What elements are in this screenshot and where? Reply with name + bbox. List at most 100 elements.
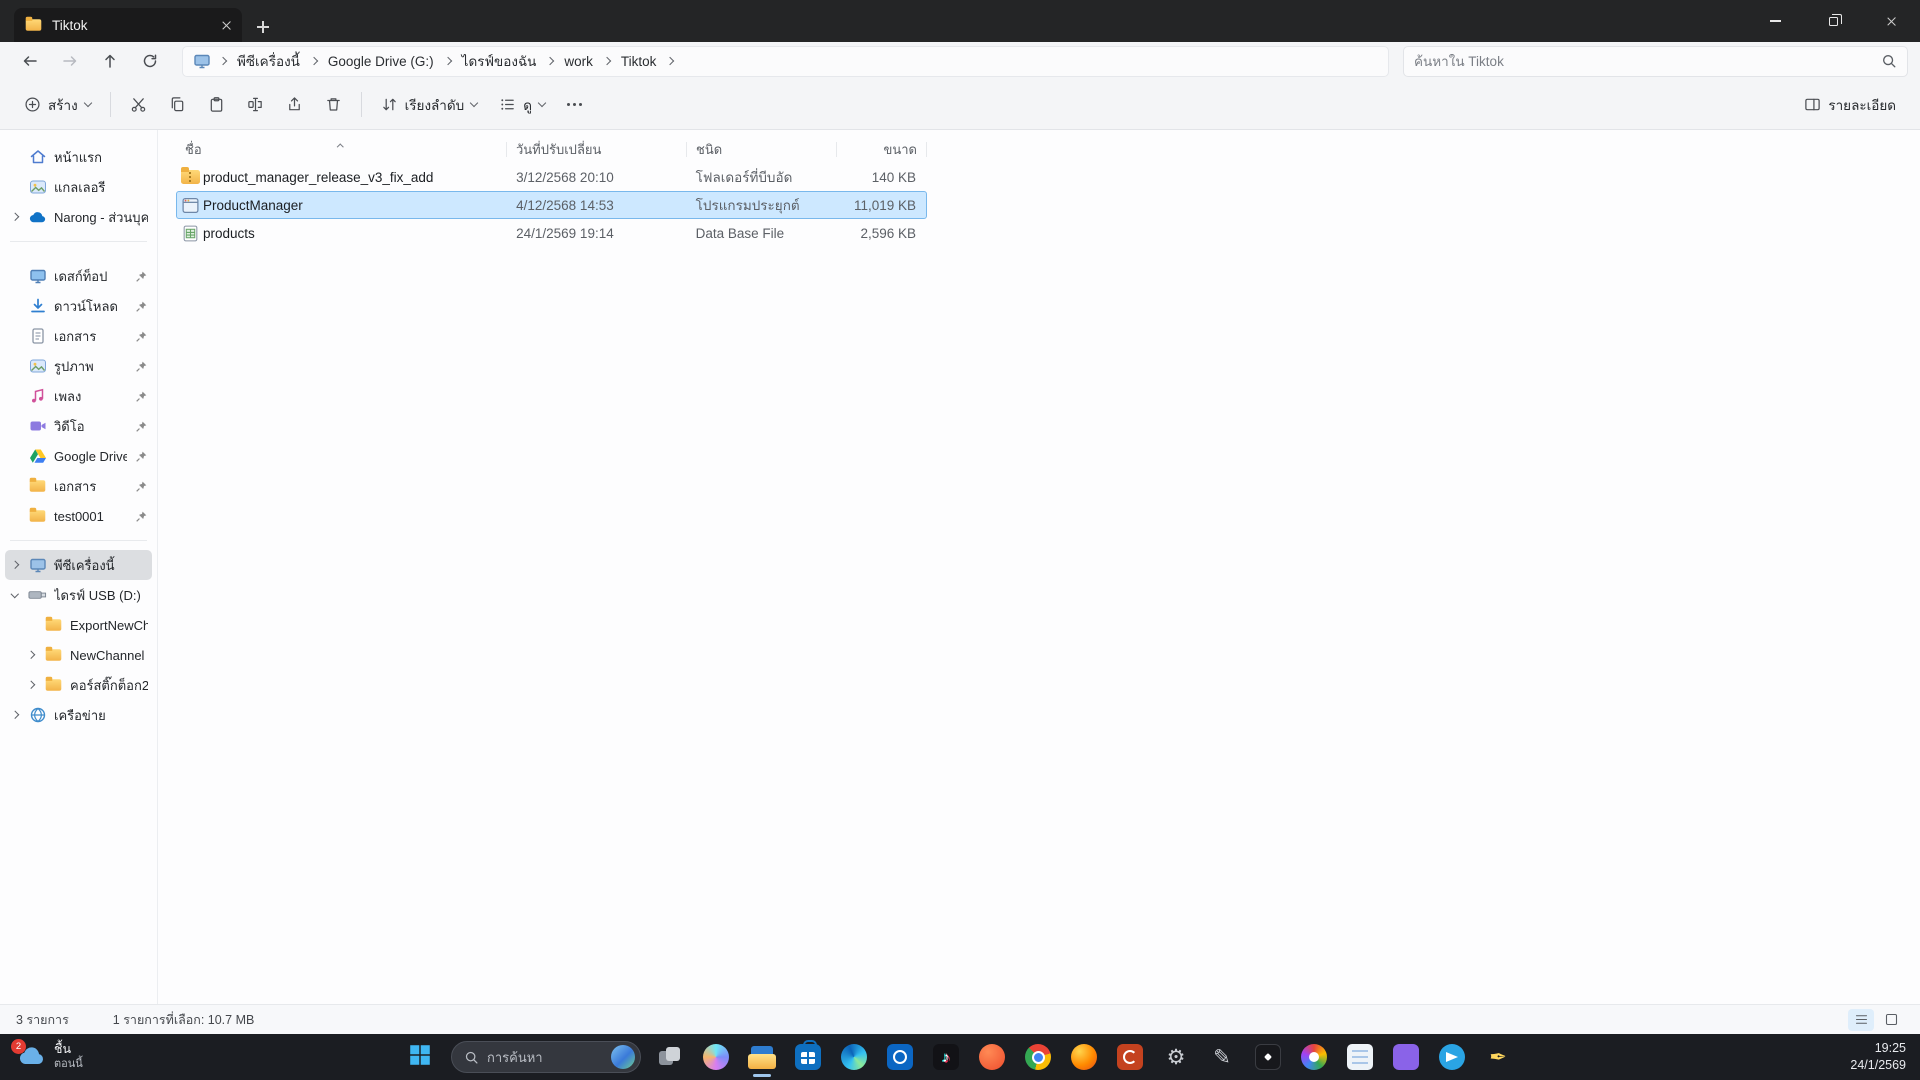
- pin-icon[interactable]: [134, 359, 148, 373]
- application-icon: [177, 196, 203, 215]
- capcut-button[interactable]: [1247, 1035, 1289, 1079]
- share-button[interactable]: [276, 87, 313, 123]
- sidebar-item-pictures[interactable]: รูปภาพ: [5, 351, 152, 381]
- sidebar-item-newchannel[interactable]: NewChannel: [21, 640, 152, 670]
- details-pane-button[interactable]: รายละเอียด: [1794, 87, 1906, 123]
- file-row[interactable]: product_manager_release_v3_fix_add 3/12/…: [176, 163, 927, 191]
- shopee-button[interactable]: [971, 1035, 1013, 1079]
- sidebar-item-documents[interactable]: เอกสาร: [5, 321, 152, 351]
- sidebar-item-onedrive[interactable]: Narong - ส่วนบุคคล: [5, 202, 152, 232]
- pin-icon[interactable]: [134, 299, 148, 313]
- sort-button[interactable]: เรียงลำดับ: [371, 87, 488, 123]
- chrome-button[interactable]: [1017, 1035, 1059, 1079]
- close-button[interactable]: [1862, 0, 1920, 42]
- column-header-size[interactable]: ขนาด: [837, 136, 927, 163]
- back-button[interactable]: [12, 46, 48, 76]
- file-explorer-button[interactable]: [741, 1035, 783, 1079]
- minimize-icon: [1770, 20, 1781, 21]
- edge-button[interactable]: [833, 1035, 875, 1079]
- weather-widget[interactable]: 2 ชื้น ตอนนี้: [10, 1037, 89, 1077]
- pin-icon[interactable]: [134, 419, 148, 433]
- store-button[interactable]: [787, 1035, 829, 1079]
- sidebar-item-network[interactable]: เครือข่าย: [5, 700, 152, 730]
- breadcrumb-tiktok[interactable]: Tiktok: [619, 52, 659, 71]
- system-clock[interactable]: 19:25 24/1/2569: [1850, 1040, 1906, 1075]
- cut-button[interactable]: [120, 87, 157, 123]
- pin-icon[interactable]: [134, 389, 148, 403]
- breadcrumb-this-pc[interactable]: พีซีเครื่องนี้: [235, 48, 302, 74]
- firefox-button[interactable]: [1063, 1035, 1105, 1079]
- firefox-icon: [1071, 1044, 1097, 1070]
- sidebar-item-desktop[interactable]: เดสก์ท็อป: [5, 261, 152, 291]
- file-row[interactable]: products 24/1/2569 19:14 Data Base File …: [176, 219, 927, 247]
- column-header-date-modified[interactable]: วันที่ปรับเปลี่ยน: [507, 136, 687, 163]
- sidebar-item-downloads[interactable]: ดาวน์โหลด: [5, 291, 152, 321]
- powerpoint-button[interactable]: [1109, 1035, 1151, 1079]
- photos-button[interactable]: [1293, 1035, 1335, 1079]
- notepad-button[interactable]: [1339, 1035, 1381, 1079]
- copilot-button[interactable]: [695, 1035, 737, 1079]
- new-button[interactable]: สร้าง: [14, 87, 101, 123]
- tab-close-icon[interactable]: [221, 20, 232, 31]
- forward-button[interactable]: [52, 46, 88, 76]
- up-button[interactable]: [92, 46, 128, 76]
- file-row-selected[interactable]: ProductManager 4/12/2568 14:53 โปรแกรมปร…: [176, 191, 927, 219]
- new-tab-button[interactable]: [246, 12, 280, 42]
- delete-button[interactable]: [315, 87, 352, 123]
- refresh-button[interactable]: [132, 46, 168, 76]
- sidebar-item-usb-drive[interactable]: ไดรฟ์ USB (D:): [5, 580, 152, 610]
- breadcrumb-work[interactable]: work: [562, 52, 595, 71]
- this-pc-icon: [193, 52, 211, 70]
- pin-icon[interactable]: [134, 509, 148, 523]
- sidebar-item-videos[interactable]: วิดีโอ: [5, 411, 152, 441]
- sidebar-item-home[interactable]: หน้าแรก: [5, 142, 152, 172]
- breadcrumb[interactable]: พีซีเครื่องนี้ Google Drive (G:) ไดรฟ์ขอ…: [182, 46, 1389, 77]
- telegram-button[interactable]: [1431, 1035, 1473, 1079]
- view-button[interactable]: ดู: [489, 87, 555, 123]
- pin-icon[interactable]: [134, 449, 148, 463]
- toolbar-separator: [361, 92, 362, 117]
- copilot-icon: [703, 1044, 729, 1070]
- widget-subtext: ตอนนี้: [54, 1058, 83, 1072]
- sidebar-item-this-pc[interactable]: พีซีเครื่องนี้: [5, 550, 152, 580]
- settings-button[interactable]: ⚙: [1155, 1035, 1197, 1079]
- figma-button[interactable]: [1385, 1035, 1427, 1079]
- task-view-button[interactable]: [649, 1035, 691, 1079]
- sidebar-item-gallery[interactable]: แกลเลอรี: [5, 172, 152, 202]
- sidebar-item-exportnewchanel[interactable]: ExportNewChanel: [21, 610, 152, 640]
- column-header-type[interactable]: ชนิด: [687, 136, 837, 163]
- minimize-button[interactable]: [1746, 0, 1804, 42]
- search-input[interactable]: [1414, 54, 1881, 69]
- large-icons-view-button[interactable]: [1878, 1009, 1904, 1031]
- pin-icon[interactable]: [134, 269, 148, 283]
- chevron-right-icon: [546, 57, 554, 65]
- home-icon: [28, 148, 47, 167]
- paste-button[interactable]: [198, 87, 235, 123]
- sidebar-item-google-drive[interactable]: Google Drive (G:): [5, 441, 152, 471]
- taskbar-search[interactable]: การค้นหา: [451, 1041, 641, 1073]
- outlook-button[interactable]: [879, 1035, 921, 1079]
- cut-icon: [130, 96, 147, 113]
- explorer-tab[interactable]: Tiktok: [14, 8, 242, 42]
- start-button[interactable]: [401, 1035, 443, 1079]
- details-view-button[interactable]: [1848, 1009, 1874, 1031]
- content-area: หน้าแรก แกลเลอรี Narong - ส่วนบุคคล เดสก…: [0, 130, 1920, 1004]
- rename-button[interactable]: [237, 87, 274, 123]
- sidebar-item-test0001[interactable]: test0001: [5, 501, 152, 531]
- trash-icon: [325, 96, 342, 113]
- copy-button[interactable]: [159, 87, 196, 123]
- column-header-name[interactable]: ชื่อ: [176, 136, 507, 163]
- more-options-button[interactable]: [557, 87, 592, 123]
- sidebar-item-music[interactable]: เพลง: [5, 381, 152, 411]
- pen-app-button[interactable]: ✎: [1201, 1035, 1243, 1079]
- tiktok-button[interactable]: ♪: [925, 1035, 967, 1079]
- sidebar-item-tiktok-course[interactable]: คอร์สติ๊กต็อก2026: [21, 670, 152, 700]
- pin-icon[interactable]: [134, 479, 148, 493]
- pin-icon[interactable]: [134, 329, 148, 343]
- breadcrumb-google-drive[interactable]: Google Drive (G:): [326, 52, 436, 71]
- sidebar-item-documents-folder[interactable]: เอกสาร: [5, 471, 152, 501]
- quill-app-button[interactable]: ✒: [1477, 1035, 1519, 1079]
- restore-button[interactable]: [1804, 0, 1862, 42]
- file-list: ชื่อ วันที่ปรับเปลี่ยน ชนิด ขนาด product…: [158, 130, 1920, 1004]
- breadcrumb-my-drive[interactable]: ไดรฟ์ของฉัน: [460, 48, 539, 74]
